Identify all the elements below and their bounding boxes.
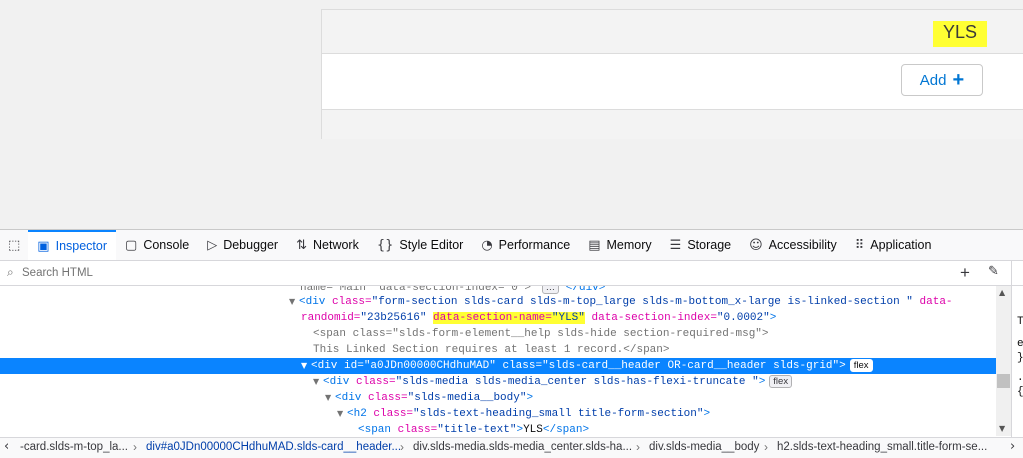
- network-icon: ⇅: [296, 237, 307, 253]
- card-footer: [322, 110, 1023, 139]
- breadcrumb-item[interactable]: -card.slds-m-top_la...: [20, 441, 128, 453]
- tree-line[interactable]: ▼ <div class="slds-media slds-media_cente…: [0, 374, 996, 390]
- element-picker-button[interactable]: ⬚: [0, 230, 28, 260]
- tab-label: Inspector: [55, 239, 108, 253]
- devtools-toolbar: ⬚ ▣ Inspector ▢ Console ▷ Debugger ⇅ Net…: [0, 230, 1023, 261]
- tab-performance[interactable]: ◔ Performance: [472, 230, 579, 260]
- tree-line-selected[interactable]: ▼ <div id="a0JDn00000CHdhuMAD" class="sld…: [0, 358, 996, 374]
- chevron-right-icon[interactable]: ›: [1010, 439, 1015, 454]
- chevron-left-icon[interactable]: ‹: [4, 439, 9, 454]
- rules-pane: T e } . {: [1017, 316, 1023, 398]
- breadcrumb-separator-icon: ›: [636, 440, 640, 454]
- markup-scrollbar[interactable]: ▲ ▼: [996, 286, 1011, 436]
- style-editor-icon: {}: [376, 237, 394, 253]
- markup-tree: name="Main" data-section-index="0"> … </…: [0, 286, 996, 436]
- storage-icon: ☰: [669, 237, 682, 253]
- breadcrumb-separator-icon: ›: [764, 440, 768, 454]
- tab-label: Performance: [498, 238, 571, 252]
- scroll-up-icon[interactable]: ▲: [999, 288, 1005, 297]
- flex-badge[interactable]: flex: [849, 358, 873, 372]
- tree-line[interactable]: ▼ <div class="slds-media__body">: [0, 390, 996, 406]
- eyedropper-icon[interactable]: ✎: [988, 264, 999, 279]
- element-picker-icon: ⬚: [8, 237, 21, 253]
- breadcrumb-separator-icon: ›: [400, 440, 404, 454]
- inspector-icon: ▣: [37, 238, 50, 254]
- search-icon: ⌕: [7, 265, 14, 279]
- tree-line[interactable]: <span class="slds-form-element__help sld…: [0, 326, 996, 342]
- tab-label: Debugger: [223, 238, 279, 252]
- highlighted-attribute: data-section-name="YLS": [433, 312, 585, 324]
- devtools-panel: ⬚ ▣ Inspector ▢ Console ▷ Debugger ⇅ Net…: [0, 230, 1023, 458]
- tab-label: Style Editor: [399, 238, 464, 252]
- expand-arrow-icon[interactable]: ▼: [325, 390, 335, 406]
- search-html-input[interactable]: [22, 264, 322, 281]
- tab-inspector[interactable]: ▣ Inspector: [28, 230, 117, 260]
- expand-arrow-icon[interactable]: ▼: [313, 374, 323, 390]
- plus-icon: +: [952, 69, 965, 91]
- card-body: Add +: [322, 54, 1023, 110]
- breadcrumb-item[interactable]: div.slds-media.slds-media_center.slds-ha…: [413, 441, 632, 453]
- tab-label: Accessibility: [768, 238, 837, 252]
- accessibility-icon: ☺: [749, 237, 763, 253]
- scrollbar-thumb[interactable]: [997, 374, 1010, 388]
- tab-memory[interactable]: ▤ Memory: [579, 230, 660, 260]
- collapsed-badge[interactable]: …: [541, 286, 560, 294]
- breadcrumb-item[interactable]: div.slds-media__body: [649, 441, 759, 453]
- tree-line[interactable]: This Linked Section requires at least 1 …: [0, 342, 996, 358]
- card-title: YLS: [932, 21, 987, 47]
- console-icon: ▢: [125, 237, 138, 253]
- tree-line[interactable]: randomid="23b25616" data-section-name="Y…: [0, 310, 996, 326]
- page-viewport: YLS Add +: [0, 0, 1023, 230]
- scroll-down-icon[interactable]: ▼: [999, 424, 1005, 433]
- expand-arrow-icon[interactable]: ▼: [289, 294, 299, 310]
- tab-application[interactable]: ⠿ Application: [846, 230, 941, 260]
- performance-icon: ◔: [481, 237, 493, 253]
- debugger-icon: ▷: [207, 237, 218, 253]
- tree-line[interactable]: ▼ <h2 class="slds-text-heading_small titl…: [0, 406, 996, 422]
- expand-arrow-icon[interactable]: ▼: [301, 358, 311, 374]
- tab-console[interactable]: ▢ Console: [116, 230, 198, 260]
- tab-label: Console: [143, 238, 190, 252]
- tab-label: Memory: [606, 238, 652, 252]
- application-icon: ⠿: [854, 237, 865, 253]
- breadcrumb-item[interactable]: div#a0JDn00000CHdhuMAD.slds-card__header…: [146, 441, 401, 453]
- search-bar: ⌕ + ✎: [0, 261, 1023, 286]
- tree-line[interactable]: <span class="title-text">YLS</span>: [0, 422, 996, 436]
- expand-arrow-icon[interactable]: ▼: [337, 406, 347, 422]
- tree-line[interactable]: ▼ <div class="form-section slds-card slds…: [0, 294, 996, 310]
- tab-network[interactable]: ⇅ Network: [287, 230, 368, 260]
- tab-label: Storage: [687, 238, 732, 252]
- tab-storage[interactable]: ☰ Storage: [661, 230, 740, 260]
- add-button-label: Add: [919, 71, 947, 89]
- tab-debugger[interactable]: ▷ Debugger: [198, 230, 287, 260]
- tab-label: Application: [870, 238, 932, 252]
- breadcrumb-separator-icon: ›: [133, 440, 137, 454]
- add-button[interactable]: Add +: [901, 64, 983, 96]
- tab-style-editor[interactable]: {} Style Editor: [368, 230, 472, 260]
- memory-icon: ▤: [588, 237, 601, 253]
- breadcrumb-item[interactable]: h2.slds-text-heading_small.title-form-se…: [777, 441, 987, 453]
- linked-section-card: YLS Add +: [321, 9, 1023, 139]
- tab-accessibility[interactable]: ☺ Accessibility: [740, 230, 846, 260]
- flex-badge[interactable]: flex: [769, 374, 793, 388]
- add-node-button[interactable]: +: [960, 263, 970, 283]
- breadcrumb: ‹ -card.slds-m-top_la... › div#a0JDn0000…: [0, 437, 1023, 458]
- tab-label: Network: [313, 238, 359, 252]
- card-header: YLS: [322, 10, 1023, 54]
